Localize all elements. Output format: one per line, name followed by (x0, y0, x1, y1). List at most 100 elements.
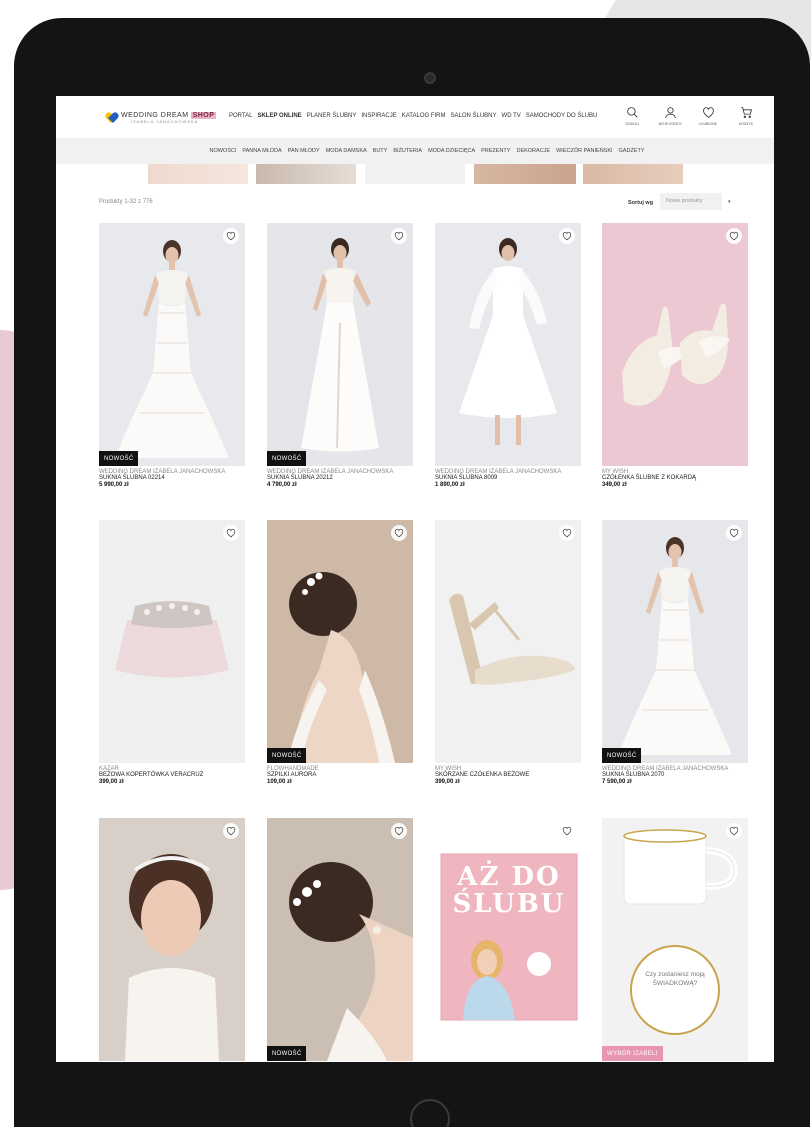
product-image[interactable] (602, 223, 748, 466)
product-card[interactable]: AŻ DO ŚLUBU (435, 818, 581, 1061)
heart-icon (226, 231, 236, 241)
product-image[interactable]: NOWOŚĆ (267, 818, 413, 1061)
add-to-wishlist-button[interactable] (726, 228, 742, 244)
product-price: 399,00 zł (435, 778, 460, 785)
category-navigation: NOWOŚCI PANNA MŁODA PAN MŁODY MODA DAMSKA BU… (56, 138, 774, 164)
nav-item-katalog-firm[interactable]: KATALOG FIRM (402, 113, 446, 119)
user-button[interactable]: MOJE KONTO (657, 106, 683, 126)
heart-icon (226, 826, 236, 836)
product-image[interactable]: AŻ DO ŚLUBU (435, 818, 581, 1061)
category-item[interactable]: MODA DAMSKA (326, 148, 367, 154)
search-button[interactable]: SZUKAJ (619, 106, 645, 126)
category-item[interactable]: DEKORACJE (516, 148, 550, 154)
add-to-wishlist-button[interactable] (559, 823, 575, 839)
add-to-wishlist-button[interactable] (391, 228, 407, 244)
nav-item-samochody-do-ślubu[interactable]: SAMOCHODY DO ŚLUBU (526, 113, 598, 119)
category-item[interactable]: BIŻUTERIA (393, 148, 422, 154)
site-logo[interactable]: WEDDING DREAM SHOP IZABELA JANACHOWSKA (106, 108, 217, 128)
sort-dropdown-arrow[interactable]: ▾ (728, 199, 731, 205)
add-to-wishlist-button[interactable] (726, 525, 742, 541)
heart-icon (729, 826, 739, 836)
category-item[interactable]: PAN MŁODY (288, 148, 320, 154)
add-to-wishlist-button[interactable] (223, 823, 239, 839)
category-item[interactable]: PANNA MŁODA (242, 148, 281, 154)
product-image[interactable]: NOWOŚĆ (602, 520, 748, 763)
product-badge: WYBÓR IZABELI (602, 1046, 663, 1061)
nav-item-portal[interactable]: PORTAL (229, 113, 252, 119)
product-price: 1 890,00 zł (435, 481, 465, 488)
heart-icon (394, 231, 404, 241)
top-header: WEDDING DREAM SHOP IZABELA JANACHOWSKA PO… (56, 96, 774, 138)
product-price: 109,00 zł (267, 778, 292, 785)
heart-icon (562, 231, 572, 241)
product-badge: NOWOŚĆ (602, 748, 642, 763)
category-item[interactable]: GADŻETY (619, 148, 645, 154)
header-icon-label: ULUBIONE (699, 122, 717, 126)
product-price: 5 990,00 zł (99, 481, 129, 488)
add-to-wishlist-button[interactable] (726, 823, 742, 839)
product-image[interactable] (99, 818, 245, 1061)
add-to-wishlist-button[interactable] (391, 525, 407, 541)
heart-icon (729, 528, 739, 538)
header-icon-label: SZUKAJ (625, 122, 639, 126)
product-card[interactable]: NOWOŚĆ FLOWHANDMADE SZPILKI AURORA 109,00 z… (267, 520, 413, 785)
product-price: 399,00 zł (99, 778, 124, 785)
product-image[interactable] (435, 223, 581, 466)
nav-item-sklep-online[interactable]: SKLEP ONLINE (257, 113, 301, 119)
logo-main-text: WEDDING DREAM (121, 112, 189, 119)
product-image[interactable] (99, 520, 245, 763)
product-card[interactable]: NOWOŚĆ (267, 818, 413, 1061)
product-card[interactable]: Czy zostaniesz moją ŚWIADKOWĄ? WYBÓR IZAB… (602, 818, 748, 1061)
product-card[interactable]: NOWOŚĆ WEDDING DREAM IZABELA JANACHOWSKA S… (267, 223, 413, 488)
category-item[interactable]: NOWOŚCI (209, 148, 236, 154)
nav-item-salon-ślubny[interactable]: SALON ŚLUBNY (451, 113, 497, 119)
heart-icon (226, 528, 236, 538)
product-card[interactable]: NOWOŚĆ WEDDING DREAM IZABELA JANACHOWSKA S… (99, 223, 245, 488)
header-icons: SZUKAJ MOJE KONTO ULUBIONE KOSZYK (619, 106, 759, 126)
product-card[interactable]: MY WISH CZÓŁENKA ŚLUBNE Z KOKARDĄ 349,00 z… (602, 223, 748, 488)
product-price: 349,00 zł (602, 481, 627, 488)
product-image[interactable] (435, 520, 581, 763)
category-item[interactable]: PREZENTY (481, 148, 510, 154)
product-card[interactable]: WEDDING DREAM IZABELA JANACHOWSKA SUKNIA … (435, 223, 581, 488)
product-badge: NOWOŚĆ (267, 748, 307, 763)
heart-icon (394, 826, 404, 836)
category-item[interactable]: MODA DZIECIĘCA (428, 148, 475, 154)
product-badge: NOWOŚĆ (267, 1046, 307, 1061)
home-button[interactable] (410, 1099, 450, 1127)
add-to-wishlist-button[interactable] (559, 525, 575, 541)
book-title: AŻ DO ŚLUBU (452, 862, 566, 920)
sort-select[interactable]: Nowe produkty (660, 193, 722, 210)
nav-item-planer-ślubny[interactable]: PLANER ŚLUBNY (307, 113, 357, 119)
product-card[interactable] (99, 818, 245, 1061)
add-to-wishlist-button[interactable] (223, 525, 239, 541)
heart-icon (702, 106, 715, 120)
product-card[interactable]: NOWOŚĆ WEDDING DREAM IZABELA JANACHOWSKA S… (602, 520, 748, 785)
add-to-wishlist-button[interactable] (223, 228, 239, 244)
add-to-wishlist-button[interactable] (391, 823, 407, 839)
product-image[interactable]: Czy zostaniesz moją ŚWIADKOWĄ? WYBÓR IZAB… (602, 818, 748, 1061)
category-item[interactable]: WIECZÓR PANIEŃSKI (556, 148, 612, 154)
heart-logo-icon (106, 113, 118, 123)
product-price: 4 790,00 zł (267, 481, 297, 488)
product-card[interactable]: KAZAR BEŻOWA KOPERTÓWKA VERACRUZ 399,00 zł (99, 520, 245, 785)
nav-item-wd-tv[interactable]: WD TV (502, 113, 521, 119)
product-image[interactable]: NOWOŚĆ (267, 520, 413, 763)
sort-label: Sortuj wg (628, 200, 654, 206)
heart-button[interactable]: ULUBIONE (695, 106, 721, 126)
header-icon-label: KOSZYK (738, 122, 754, 126)
add-to-wishlist-button[interactable] (559, 228, 575, 244)
logo-subtitle: IZABELA JANACHOWSKA (131, 119, 199, 124)
product-card[interactable]: MY WISH SKÓRZANE CZÓŁENKA BEŻOWE 399,00 zł (435, 520, 581, 785)
mug-text: Czy zostaniesz moją ŚWIADKOWĄ? (645, 971, 705, 988)
heart-icon (729, 231, 739, 241)
nav-item-inspiracje[interactable]: INSPIRACJE (361, 113, 396, 119)
cart-button[interactable]: KOSZYK (733, 106, 759, 126)
heart-icon (562, 528, 572, 538)
main-navigation: PORTAL SKLEP ONLINE PLANER ŚLUBNY INSPIRACJ… (229, 113, 597, 119)
product-image[interactable]: NOWOŚĆ (267, 223, 413, 466)
tablet-screen: WEDDING DREAM SHOP IZABELA JANACHOWSKA PO… (56, 96, 774, 1062)
category-item[interactable]: BUTY (373, 148, 388, 154)
product-image[interactable]: NOWOŚĆ (99, 223, 245, 466)
heart-icon (562, 826, 572, 836)
